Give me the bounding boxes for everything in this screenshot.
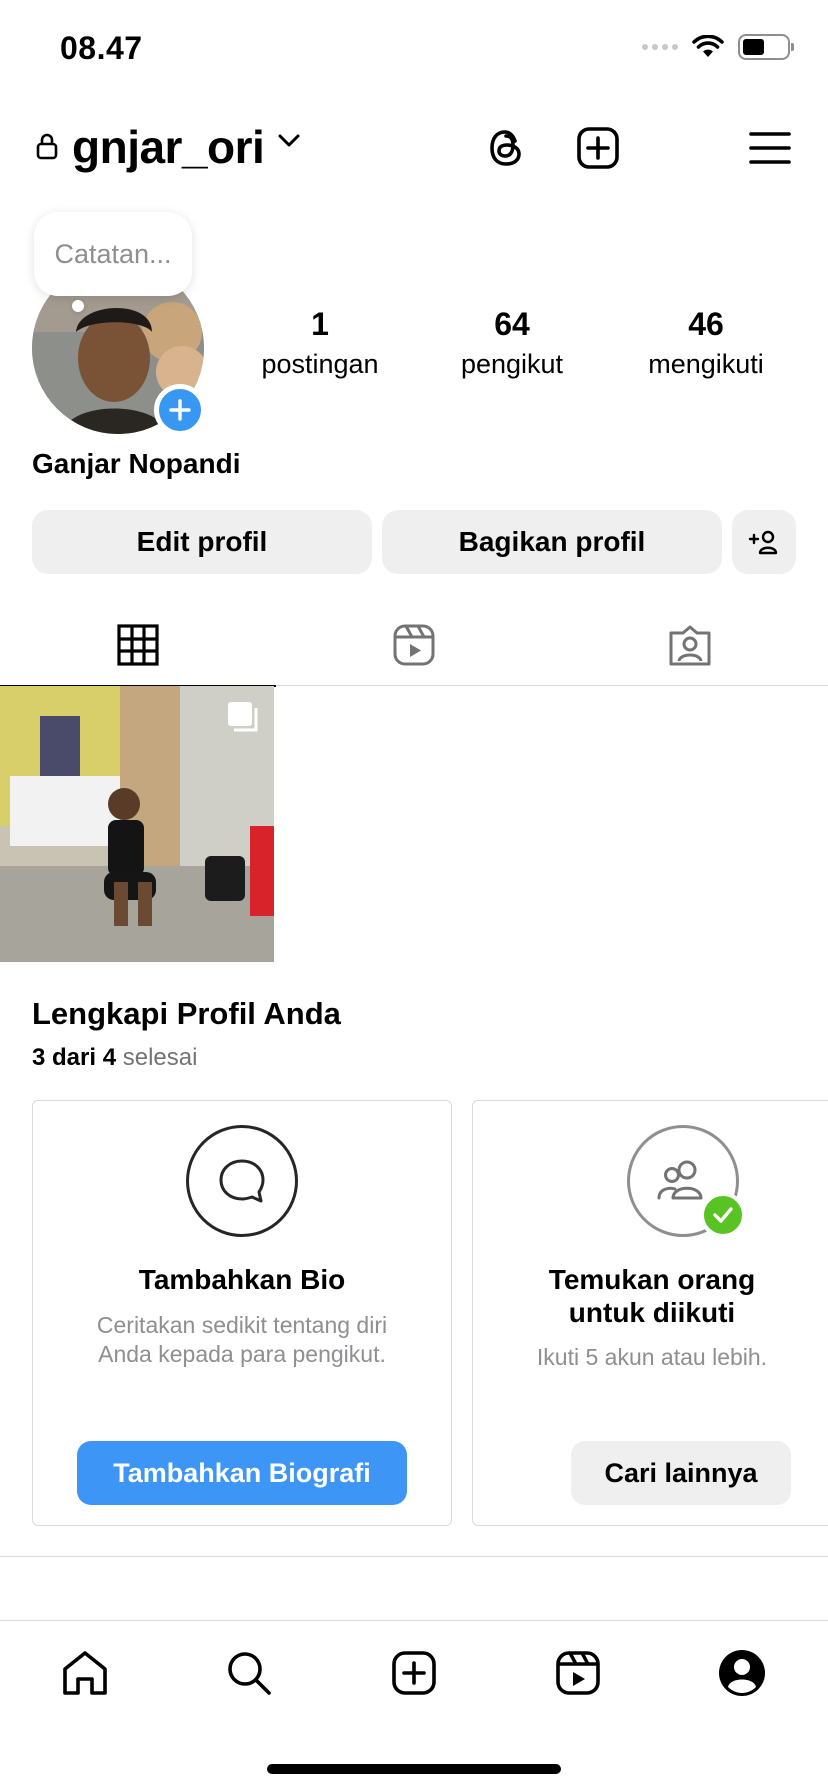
nav-profile[interactable] xyxy=(714,1645,770,1701)
find-people-title-line2: untuk diikuti xyxy=(568,1297,736,1328)
stat-posts-label: postingan xyxy=(261,349,379,379)
multiple-photos-icon xyxy=(228,702,258,732)
discover-people-button[interactable] xyxy=(732,510,796,574)
stat-following-count: 46 xyxy=(688,306,724,342)
progress-count: 3 dari 4 xyxy=(32,1044,117,1071)
add-story-button[interactable] xyxy=(154,384,206,436)
note-bubble[interactable]: Catatan... xyxy=(34,212,192,296)
menu-button[interactable] xyxy=(744,122,796,174)
wifi-icon xyxy=(692,35,724,57)
edit-profile-button[interactable]: Edit profil xyxy=(32,510,372,574)
bio-icon-circle xyxy=(186,1125,298,1237)
profile-header: gnjar_ori xyxy=(32,116,796,180)
stat-posts-count: 1 xyxy=(311,306,329,342)
battery-icon xyxy=(738,34,794,60)
tab-posts-grid[interactable] xyxy=(0,604,276,687)
stat-following-label: mengikuti xyxy=(648,349,764,379)
threads-icon xyxy=(490,130,521,166)
nav-home[interactable] xyxy=(57,1645,113,1701)
stat-posts[interactable]: 1 postingan xyxy=(240,306,400,380)
reels-icon xyxy=(393,624,435,666)
complete-profile-title: Lengkapi Profil Anda xyxy=(32,996,341,1031)
find-people-card: Temukan orang untuk diikuti Ikuti 5 akun… xyxy=(472,1100,828,1526)
cellular-signal-icon xyxy=(642,44,678,50)
chevron-down-icon[interactable] xyxy=(278,134,300,148)
status-icons xyxy=(642,34,794,60)
progress-status: selesai xyxy=(122,1044,198,1071)
stat-followers-count: 64 xyxy=(494,306,530,342)
create-icon xyxy=(392,1651,436,1695)
lock-icon xyxy=(36,133,58,160)
note-bubble-tail xyxy=(72,300,84,312)
share-profile-button[interactable]: Bagikan profil xyxy=(382,510,722,574)
add-bio-desc-line1: Ceritakan sedikit tentang diri xyxy=(96,1312,388,1338)
tagged-icon xyxy=(669,625,711,666)
people-icon xyxy=(657,1160,703,1200)
home-icon xyxy=(63,1651,107,1695)
find-more-button[interactable]: Cari lainnya xyxy=(571,1441,791,1505)
grid-icon xyxy=(117,624,159,666)
nav-search[interactable] xyxy=(221,1645,277,1701)
find-people-title-line1: Temukan orang xyxy=(548,1264,756,1295)
add-bio-title: Tambahkan Bio xyxy=(138,1264,346,1295)
search-icon xyxy=(228,1652,271,1695)
status-time: 08.47 xyxy=(60,30,143,66)
threads-button[interactable] xyxy=(480,122,532,174)
create-post-button[interactable] xyxy=(572,122,624,174)
speech-bubble-icon xyxy=(219,1159,265,1203)
find-people-icon-circle xyxy=(627,1125,746,1238)
tab-reels[interactable] xyxy=(276,604,552,686)
checkmark-icon xyxy=(713,1207,733,1223)
add-bio-button[interactable]: Tambahkan Biografi xyxy=(77,1441,407,1505)
reels-icon xyxy=(556,1651,600,1695)
tab-tagged[interactable] xyxy=(552,604,828,686)
stat-followers[interactable]: 64 pengikut xyxy=(432,306,592,380)
add-bio-card: Tambahkan Bio Ceritakan sedikit tentang … xyxy=(32,1100,452,1526)
add-bio-desc-line2: Anda kepada para pengikut. xyxy=(98,1341,386,1367)
bottom-nav xyxy=(0,1620,828,1720)
find-people-desc: Ikuti 5 akun atau lebih. xyxy=(536,1344,768,1370)
add-person-icon xyxy=(748,530,778,555)
profile-icon xyxy=(719,1650,765,1696)
nav-create[interactable] xyxy=(386,1645,442,1701)
nav-reels[interactable] xyxy=(550,1645,606,1701)
add-square-icon xyxy=(577,127,619,169)
status-bar: 08.47 xyxy=(0,0,828,100)
completed-check-badge xyxy=(700,1192,746,1238)
home-indicator xyxy=(267,1764,561,1774)
stat-following[interactable]: 46 mengikuti xyxy=(626,306,786,380)
stat-followers-label: pengikut xyxy=(460,349,564,379)
profile-tabs xyxy=(0,604,828,687)
profile-actions: Edit profil Bagikan profil xyxy=(32,510,796,574)
profile-full-name: Ganjar Nopandi xyxy=(32,448,241,479)
section-divider xyxy=(0,1556,828,1557)
post-thumbnail[interactable] xyxy=(0,686,274,962)
hamburger-menu-icon xyxy=(749,132,791,164)
username-switcher[interactable]: gnjar_ori xyxy=(72,120,265,174)
complete-profile-progress: 3 dari 4 selesai xyxy=(32,1044,197,1072)
plus-icon xyxy=(169,399,191,421)
